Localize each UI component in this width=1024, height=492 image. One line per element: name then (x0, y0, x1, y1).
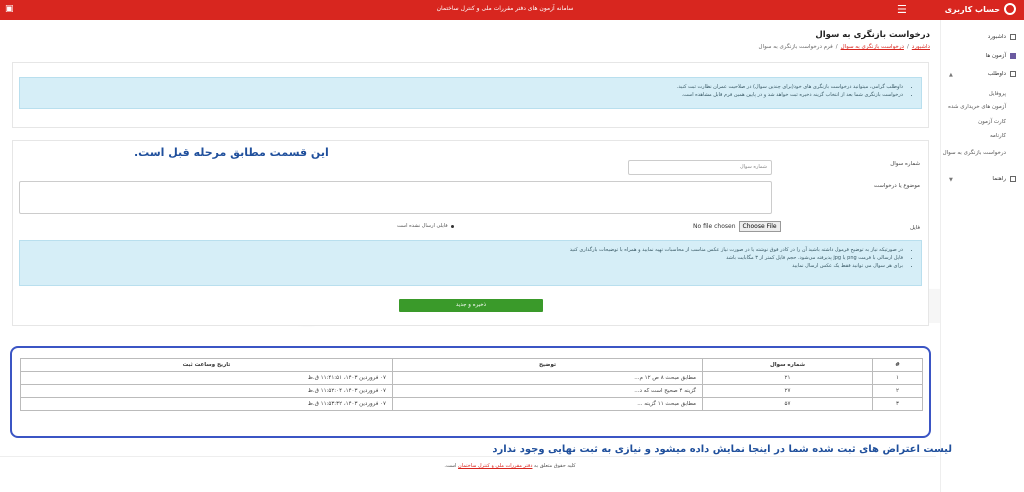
sidebar-item-help[interactable]: راهنما (992, 176, 1016, 182)
requests-table: # شماره سوال توضیح تاریخ وساعت ثبت ۱ ۲۱ … (20, 358, 923, 411)
system-title: سامانه آزمون های دفتر مقررات ملی و کنترل… (436, 5, 574, 12)
subject-label: موضوع یا درخواست (873, 183, 920, 189)
question-number-input[interactable]: شماره سوال (628, 160, 772, 175)
radio-dot-icon (450, 224, 454, 228)
sidebar: داشبورد آزمون ها داوطلب ▲ پروفایل آزمون … (940, 20, 1024, 492)
table-header: توضیح (392, 358, 703, 372)
choose-file-button[interactable]: Choose File (738, 221, 781, 232)
footer-link[interactable]: دفتر مقررات ملی و کنترل ساختمان (458, 463, 532, 469)
sidebar-item-dashboard[interactable]: داشبورد (988, 34, 1016, 40)
table-header: شماره سوال (702, 358, 873, 372)
annotation-top: این قسمت مطابق مرحله قبل است. (134, 146, 329, 159)
page-title: درخواست بازنگری به سوال (815, 30, 930, 40)
chevron-down-icon[interactable]: ▼ (949, 177, 953, 183)
store-icon[interactable]: ▣ (5, 5, 14, 14)
info-alert-item: درخواست بازنگری شما بعد از انتخاب گزینه … (28, 92, 904, 98)
form-card: شماره سوال شماره سوال موضوع یا درخواست ف… (12, 140, 929, 326)
sidebar-item-exams[interactable]: آزمون ها (986, 53, 1016, 59)
table-header: # (872, 358, 923, 372)
gear-icon (1004, 3, 1016, 15)
file-status: No file chosen (693, 223, 736, 230)
help-icon (1010, 176, 1016, 182)
info-card: داوطلب گرامی، میتوانید درخواست بازنگری ه… (12, 62, 929, 128)
breadcrumb-parent[interactable]: درخواست بازنگری به سوال (841, 44, 904, 50)
hamburger-icon[interactable]: ☰ (897, 4, 907, 15)
exam-icon (1010, 53, 1016, 59)
breadcrumb-current: فرم درخواست بازنگری به سوال (758, 44, 833, 50)
person-icon (1010, 71, 1016, 77)
file-label: فایل (909, 225, 920, 231)
sidebar-subitem-exam-card[interactable]: کارت آزمون (936, 119, 1006, 126)
subject-textarea[interactable] (19, 181, 772, 214)
breadcrumb: داشبورد / درخواست بازنگری به سوال / فرم … (758, 44, 930, 50)
form-alert-item: در صورتیکه نیاز به توضیح فرمول داشته باش… (28, 247, 903, 253)
requests-table-highlight: # شماره سوال توضیح تاریخ وساعت ثبت ۱ ۲۱ … (10, 346, 931, 438)
table-row: ۲ ۲۷ گزینه ۴ صحیح است که د... ۰۷ فروردین… (20, 384, 923, 398)
footer: کلیه حقوق متعلق به دفتر مقررات ملی و کنت… (444, 463, 576, 469)
top-bar: حساب کاربری ☰ سامانه آزمون های دفتر مقرر… (0, 0, 1024, 20)
sidebar-item-candidate[interactable]: داوطلب (988, 71, 1016, 77)
table-header: تاریخ وساعت ثبت (20, 358, 393, 372)
dashboard-icon (1010, 34, 1016, 40)
form-alert-item: برای هر سوال می توانید فقط یک عکس ارسال … (28, 263, 903, 269)
annotation-bottom: لیست اعتراض های ثبت شده شما در اینجا نما… (492, 444, 952, 455)
breadcrumb-home[interactable]: داشبورد (912, 44, 930, 50)
form-alert: در صورتیکه نیاز به توضیح فرمول داشته باش… (19, 240, 922, 286)
sidebar-subitem-report-card[interactable]: کارنامه (936, 133, 1006, 140)
footer-divider (0, 456, 936, 457)
form-alert-item: فایل ارسالی با فرمت png یا jpg پذیرفته م… (28, 255, 903, 261)
sidebar-subitem-profile[interactable]: پروفایل (936, 91, 1006, 98)
account-label: حساب کاربری (944, 4, 1000, 14)
question-number-label: شماره سوال (890, 161, 920, 167)
save-and-new-button[interactable]: ذخیره و جدید (399, 299, 543, 312)
file-picker[interactable]: No file chosen Choose File (693, 221, 781, 232)
info-alert: داوطلب گرامی، میتوانید درخواست بازنگری ه… (19, 77, 922, 109)
table-row: ۱ ۲۱ مطابق مبحث ۸ ص ۱۲ م... ۰۷ فروردین ۱… (20, 371, 923, 385)
no-file-radio[interactable]: فایلی ارسال نشده است (397, 223, 454, 229)
info-alert-item: داوطلب گرامی، میتوانید درخواست بازنگری ه… (28, 84, 903, 90)
account-menu[interactable]: حساب کاربری (945, 3, 1016, 15)
chevron-up-icon[interactable]: ▲ (949, 72, 953, 78)
sidebar-subitem-review-request[interactable]: درخواست بازنگری به سوال (936, 150, 1006, 157)
sidebar-subitem-purchased-exams[interactable]: آزمون های خریداری شده (936, 104, 1006, 111)
table-row: ۳ ۵۷ مطابق مبحث ۱۱ گزینه ... ۰۷ فروردین … (20, 397, 923, 411)
